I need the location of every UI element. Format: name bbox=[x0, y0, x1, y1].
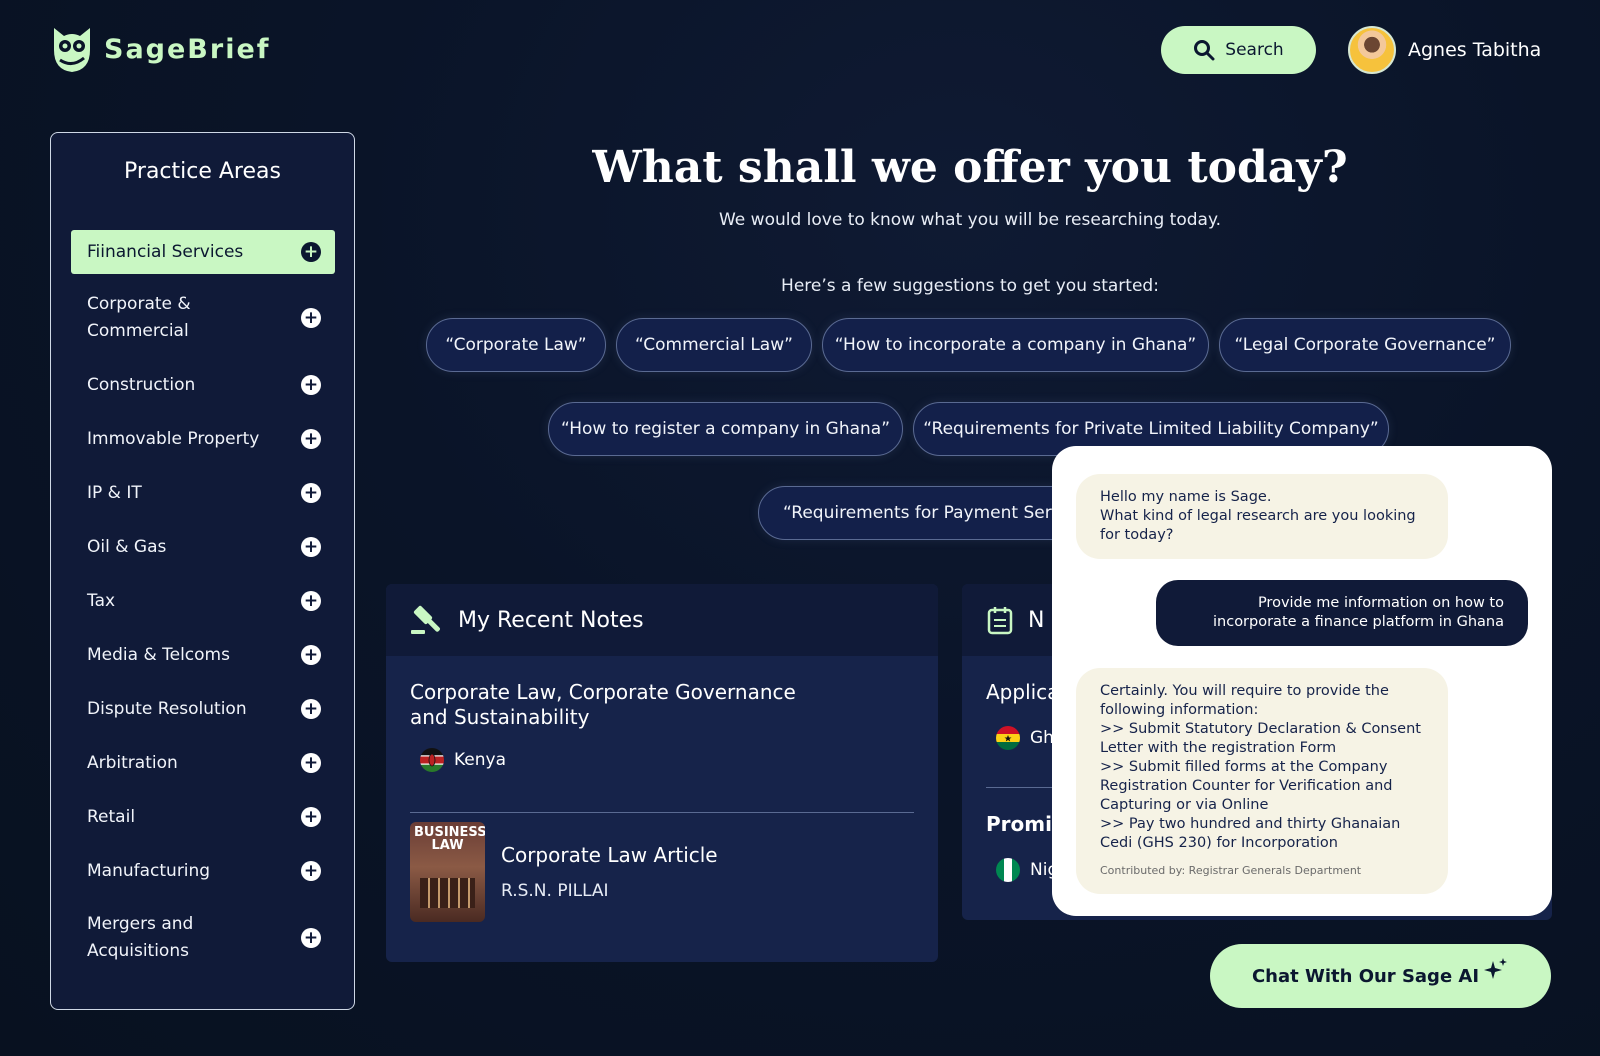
plus-circle-icon[interactable]: + bbox=[301, 537, 321, 557]
bot-message: Hello my name is Sage. What kind of lega… bbox=[1076, 474, 1448, 559]
sidebar-item-financial-services[interactable]: Fiinancial Services + bbox=[71, 230, 335, 274]
suggestion-chip[interactable]: “How to register a company in Ghana” bbox=[548, 402, 903, 456]
article-author: R.S.N. PILLAI bbox=[501, 881, 609, 901]
recent-notes-card: My Recent Notes Corporate Law, Corporate… bbox=[386, 584, 938, 962]
page-subtitle: We would love to know what you will be r… bbox=[718, 210, 1221, 230]
country-label: Kenya bbox=[454, 750, 507, 770]
sidebar-item-label: Tax bbox=[87, 590, 116, 611]
card-header: My Recent Notes bbox=[386, 584, 938, 656]
sidebar-item-label: Manufacturing bbox=[87, 860, 211, 881]
sidebar-item-media-telcoms[interactable]: Media & Telcoms + bbox=[71, 640, 335, 670]
sidebar-item-label: Retail bbox=[87, 806, 136, 827]
note-item[interactable]: Corporate Law, Corporate Governance and … bbox=[410, 680, 830, 772]
sidebar-item-dispute-resolution[interactable]: Dispute Resolution + bbox=[71, 694, 335, 724]
sparkle-icon bbox=[1484, 958, 1508, 979]
user-message: Provide me information on how to incorpo… bbox=[1156, 580, 1528, 646]
bot-message-line: >> Pay two hundred and thirty Ghanaian C… bbox=[1100, 816, 1401, 851]
sidebar-item-arbitration[interactable]: Arbitration + bbox=[71, 748, 335, 778]
suggestion-chip[interactable]: “Commercial Law” bbox=[616, 318, 812, 372]
sidebar-item-label: Construction bbox=[87, 374, 196, 395]
note-country: Nig bbox=[996, 858, 1058, 882]
sidebar-item-oil-gas[interactable]: Oil & Gas + bbox=[71, 532, 335, 562]
avatar[interactable] bbox=[1348, 26, 1396, 74]
note-title[interactable]: Applica bbox=[986, 680, 1059, 705]
gavel-icon bbox=[411, 605, 440, 634]
plus-circle-icon[interactable]: + bbox=[301, 308, 321, 328]
chat-button-label: Chat With Our Sage AI bbox=[1251, 965, 1480, 987]
book-cover-text: BUSINESS LAW bbox=[414, 825, 485, 853]
brand-logo[interactable]: SageBrief bbox=[50, 24, 271, 74]
sidebar-item-label: Immovable Property bbox=[87, 428, 260, 449]
sidebar-item-construction[interactable]: Construction + bbox=[71, 370, 335, 400]
practice-areas-sidebar: Practice Areas Fiinancial Services + Cor… bbox=[50, 132, 355, 1010]
suggestion-chip[interactable]: “Corporate Law” bbox=[426, 318, 606, 372]
bot-message-line: >> Submit filled forms at the Company Re… bbox=[1100, 759, 1393, 813]
chat-with-sage-button[interactable]: Chat With Our Sage AI bbox=[1210, 944, 1551, 1008]
sidebar-item-label: Mergers and Acquisitions bbox=[87, 914, 194, 961]
plus-circle-icon[interactable]: + bbox=[301, 699, 321, 719]
note-title: Corporate Law, Corporate Governance and … bbox=[410, 680, 796, 729]
contributed-by: Contributed by: Registrar Generals Depar… bbox=[1100, 864, 1362, 877]
sidebar-item-label: Fiinancial Services bbox=[87, 241, 244, 262]
sidebar-item-label: Dispute Resolution bbox=[87, 698, 247, 719]
bot-message-line: Certainly. You will require to provide t… bbox=[1100, 683, 1389, 718]
sidebar-item-corporate-commercial[interactable]: Corporate & Commercial + bbox=[71, 290, 335, 346]
article-title: Corporate Law Article bbox=[501, 843, 718, 867]
suggestion-chip[interactable]: “How to incorporate a company in Ghana” bbox=[822, 318, 1209, 372]
plus-circle-icon[interactable]: + bbox=[301, 928, 321, 948]
card-title: My Recent Notes bbox=[458, 607, 644, 633]
plus-circle-icon[interactable]: + bbox=[301, 375, 321, 395]
suggestion-chip[interactable]: “Requirements for Payment Servi bbox=[758, 486, 1098, 540]
ghana-flag-icon bbox=[996, 726, 1020, 750]
sidebar-item-label: Media & Telcoms bbox=[87, 644, 230, 665]
suggestions-intro: Here’s a few suggestions to get you star… bbox=[781, 276, 1159, 296]
note-country: Gh bbox=[996, 726, 1054, 750]
sidebar-item-mergers-acquisitions[interactable]: Mergers and Acquisitions + bbox=[71, 910, 335, 966]
bot-message-line: >> Submit Statutory Declaration & Consen… bbox=[1100, 721, 1421, 756]
book-cover-image: BUSINESS LAW bbox=[410, 822, 485, 922]
brand-name: SageBrief bbox=[104, 33, 271, 65]
sidebar-item-manufacturing[interactable]: Manufacturing + bbox=[71, 856, 335, 886]
sidebar-item-label: Corporate & Commercial bbox=[87, 294, 191, 341]
user-name: Agnes Tabitha bbox=[1408, 39, 1542, 61]
sidebar-item-ip-it[interactable]: IP & IT + bbox=[71, 478, 335, 508]
article-item[interactable]: BUSINESS LAW Corporate Law Article R.S.N… bbox=[410, 822, 914, 922]
divider bbox=[410, 812, 914, 813]
sidebar-item-label: Arbitration bbox=[87, 752, 178, 773]
user-menu[interactable]: Agnes Tabitha bbox=[1348, 26, 1541, 74]
plus-circle-icon[interactable]: + bbox=[301, 807, 321, 827]
card-title: N bbox=[1028, 607, 1045, 633]
plus-circle-icon[interactable]: + bbox=[301, 753, 321, 773]
sidebar-item-label: IP & IT bbox=[87, 482, 142, 503]
sidebar-item-tax[interactable]: Tax + bbox=[71, 586, 335, 616]
sidebar-item-immovable-property[interactable]: Immovable Property + bbox=[71, 424, 335, 454]
bot-message-line: Hello my name is Sage. bbox=[1100, 489, 1272, 505]
sidebar-item-label: Oil & Gas bbox=[87, 536, 167, 557]
plus-circle-icon[interactable]: + bbox=[301, 242, 321, 262]
kenya-flag-icon bbox=[420, 748, 444, 772]
sidebar-item-retail[interactable]: Retail + bbox=[71, 802, 335, 832]
notepad-icon bbox=[987, 607, 1013, 635]
note-country: Kenya bbox=[420, 748, 830, 772]
plus-circle-icon[interactable]: + bbox=[301, 591, 321, 611]
search-icon bbox=[1194, 40, 1215, 61]
chat-panel: Hello my name is Sage. What kind of lega… bbox=[1052, 446, 1552, 916]
plus-circle-icon[interactable]: + bbox=[301, 861, 321, 881]
owl-logo-icon bbox=[54, 28, 90, 72]
plus-circle-icon[interactable]: + bbox=[301, 483, 321, 503]
search-label: Search bbox=[1225, 40, 1284, 60]
plus-circle-icon[interactable]: + bbox=[301, 645, 321, 665]
nigeria-flag-icon bbox=[996, 858, 1020, 882]
bot-message-line: What kind of legal research are you look… bbox=[1100, 508, 1416, 543]
page-title: What shall we offer you today? bbox=[592, 142, 1348, 193]
country-label: Gh bbox=[1030, 728, 1054, 748]
suggestion-chip[interactable]: “Legal Corporate Governance” bbox=[1219, 318, 1511, 372]
sidebar-title: Practice Areas bbox=[124, 159, 281, 184]
plus-circle-icon[interactable]: + bbox=[301, 429, 321, 449]
search-button[interactable]: Search bbox=[1161, 26, 1316, 74]
bot-message: Certainly. You will require to provide t… bbox=[1076, 668, 1448, 894]
